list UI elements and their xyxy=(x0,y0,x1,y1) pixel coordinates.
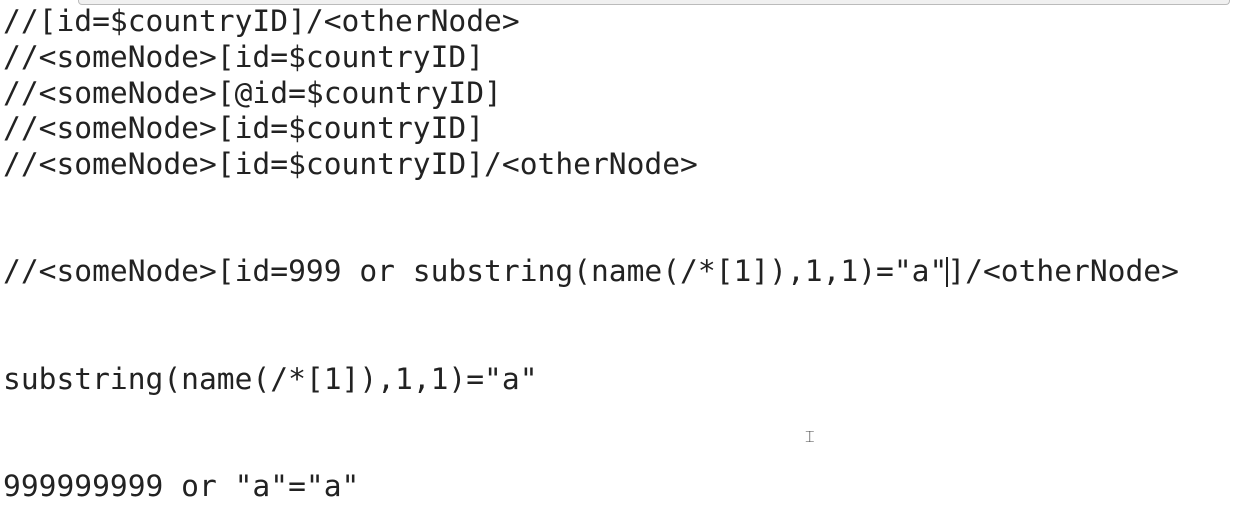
editor-line: 999999999 or "a"="a" xyxy=(3,468,360,503)
editor-line-with-caret: //<someNode>[id=999 or substring(name(/*… xyxy=(3,254,1179,290)
editor-line: //<someNode>[id=$countryID]/<otherNode> xyxy=(3,147,698,181)
mouse-ibeam-cursor-icon: ⌶ xyxy=(805,427,815,446)
editor-line-empty xyxy=(3,219,1179,255)
editor-line-empty xyxy=(3,290,1179,326)
editor-line-empty xyxy=(3,326,1179,362)
editor-line-empty xyxy=(3,433,1179,469)
text-editor[interactable]: //[id=$countryID]/<otherNode>//<someNode… xyxy=(3,4,1179,505)
editor-line-empty xyxy=(3,183,1179,219)
editor-line: //<someNode>[id=$countryID] xyxy=(3,39,485,74)
text-after-caret: ]/<otherNode> xyxy=(947,254,1179,289)
editor-line: substring(name(/*[1]),1,1)="a" xyxy=(3,361,538,396)
editor-line: //<someNode>[id=$countryID] xyxy=(3,111,485,146)
editor-line: //<someNode>[@id=$countryID] xyxy=(3,75,502,110)
text-before-caret: //<someNode>[id=999 or substring(name(/*… xyxy=(3,254,948,289)
editor-line: //[id=$countryID]/<otherNode> xyxy=(3,4,520,38)
editor-line-empty xyxy=(3,397,1179,433)
